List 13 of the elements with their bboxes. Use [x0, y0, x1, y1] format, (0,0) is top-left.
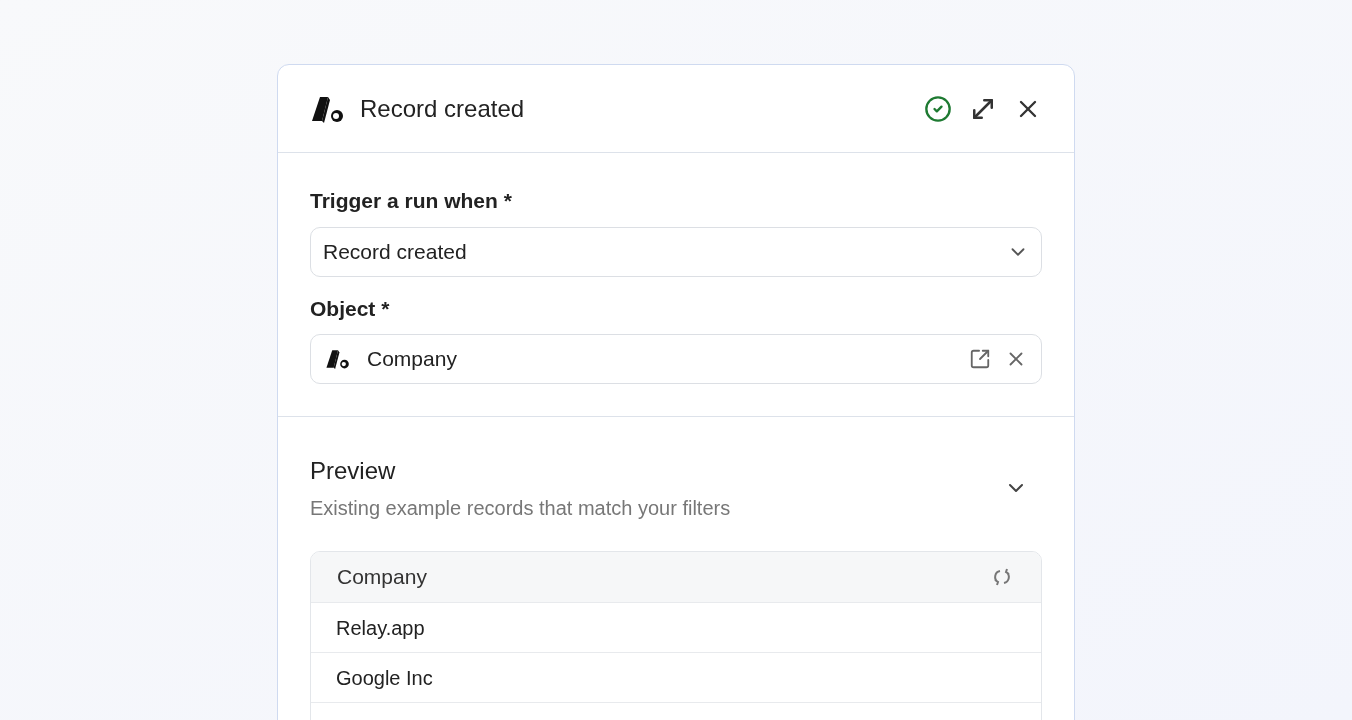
field-label: Object *: [310, 295, 391, 322]
open-external-icon[interactable]: [969, 348, 991, 370]
object-field[interactable]: Company: [310, 334, 1042, 384]
preview-title: Preview: [310, 456, 397, 486]
refresh-icon[interactable]: [993, 568, 1011, 586]
column-header: Company: [337, 564, 427, 591]
table-cell-text: Relay.app: [336, 615, 425, 641]
panel-title: Record created: [360, 93, 525, 124]
field-label: Trigger a run when *: [310, 188, 513, 214]
trigger-select[interactable]: Record created: [310, 226, 1042, 277]
object-value: Company: [367, 346, 457, 373]
preview-subtitle: Existing example records that match your filters: [310, 496, 731, 521]
table-cell-text: Google Inc: [336, 665, 433, 691]
